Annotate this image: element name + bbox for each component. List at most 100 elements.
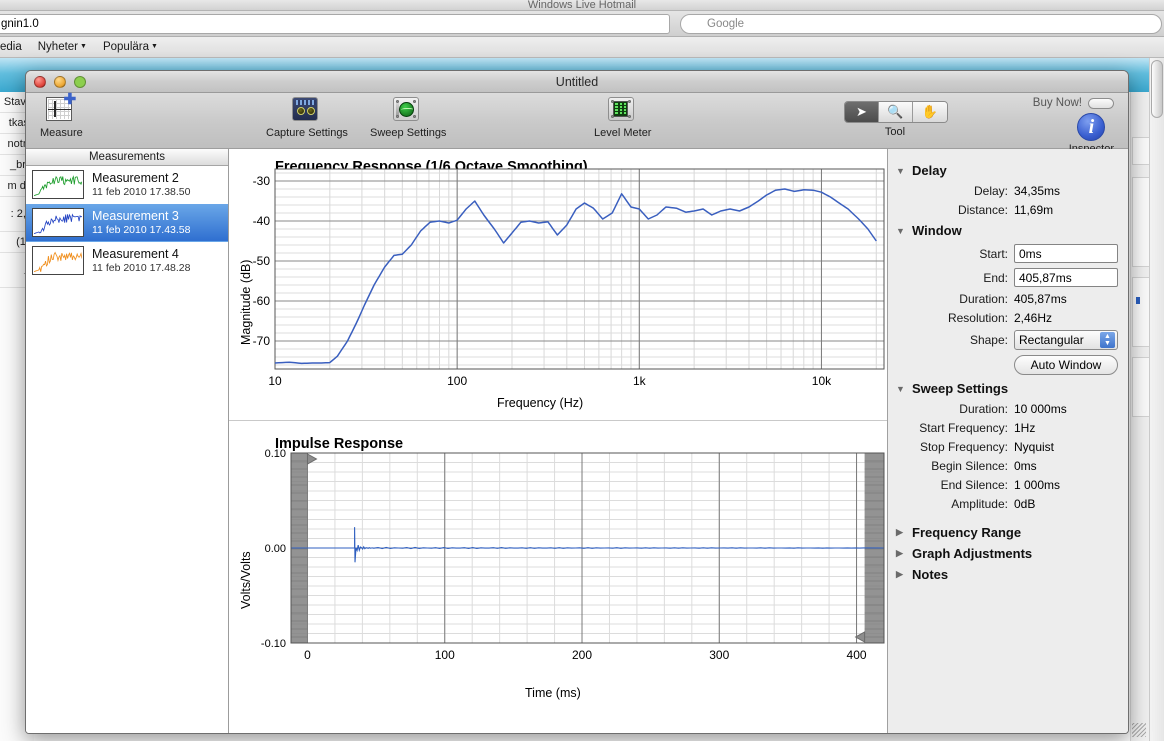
toolbar-label: Capture Settings [266,127,348,139]
list-item-measurement-3[interactable]: Measurement 3 11 feb 2010 17.43.58 [26,204,228,242]
buy-now-pill-icon [1088,97,1114,109]
inspector-row-distance: Distance: 11,69m [888,203,1118,217]
section-title: Window [912,223,962,238]
bookmark-item-2[interactable]: Populära ▼ [103,41,158,53]
impulse-response-chart[interactable]: 0 100 200 300 400 0.10 0.00 -0.10 [229,421,914,711]
bookmark-label: Nyheter [37,41,79,53]
desktop-background: Windows Live Hotmail gnin1.0 ↻ 🔍▾ Google… [0,0,1164,741]
frequency-response-chart[interactable]: -30 -40 -50 -60 -70 10 100 1k 10k [229,149,914,420]
fuzzmeasure-window: Untitled ✚ Measure Capture Settings Swee… [25,70,1129,734]
inspector-section-graph-adjustments[interactable]: ▶ Graph Adjustments [896,546,1118,561]
input-value: 0ms [1019,246,1042,261]
window-start-input[interactable]: 0ms [1014,244,1118,263]
inspector-row-amplitude: Amplitude: 0dB [888,497,1118,511]
svg-text:-50: -50 [253,254,271,268]
search-input[interactable]: Google [680,14,1162,34]
sidebar-header: Measurements [26,149,228,166]
inspector-section-notes[interactable]: ▶ Notes [896,567,1118,582]
list-item-measurement-4[interactable]: Measurement 4 11 feb 2010 17.48.28 [26,242,228,280]
inspector-row-duration: Duration: 405,87ms [888,292,1118,306]
measurement-thumbnail [32,170,84,199]
measurement-date: 11 feb 2010 17.38.50 [92,185,191,198]
zoom-button[interactable] [74,76,86,88]
inspector-row-window-end: End: 405,87ms [888,268,1118,287]
svg-text:-60: -60 [253,294,271,308]
measurement-name: Measurement 3 [92,209,179,224]
measurements-list: Measurement 2 11 feb 2010 17.38.50 Measu… [26,166,228,733]
toolbar-button-sweep-settings[interactable]: Sweep Settings [370,97,446,139]
svg-text:0.10: 0.10 [265,448,286,460]
window-shape-select[interactable]: Rectangular ▲ ▼ [1014,330,1118,350]
svg-text:100: 100 [447,374,467,388]
inspector-row-stop-frequency: Stop Frequency: Nyquist [888,440,1118,454]
select-value: Rectangular [1019,333,1084,347]
tool-group-label: Tool [884,126,906,138]
window-end-input[interactable]: 405,87ms [1014,268,1118,287]
chevron-down-icon: ▼ [151,43,158,50]
svg-text:100: 100 [435,648,455,662]
window-titlebar[interactable]: Untitled [26,71,1128,93]
buy-now-label: Buy Now! [1032,97,1082,109]
input-value: 405,87ms [1019,270,1072,285]
toolbar-button-measure[interactable]: ✚ Measure [40,92,83,139]
traffic-lights [34,76,86,88]
inspector-row-sweep-duration: Duration: 10 000ms [888,402,1118,416]
measurement-date: 11 feb 2010 17.43.58 [92,223,191,236]
close-button[interactable] [34,76,46,88]
svg-text:10k: 10k [812,374,832,388]
svg-text:300: 300 [709,648,729,662]
measurement-date: 11 feb 2010 17.48.28 [92,261,191,274]
svg-text:1k: 1k [633,374,647,388]
row-value: 405,87ms [1014,292,1067,306]
svg-text:-0.10: -0.10 [261,638,286,650]
inspector-section-frequency-range[interactable]: ▶ Frequency Range [896,525,1118,540]
section-title: Delay [912,163,947,178]
svg-text:10: 10 [268,374,282,388]
row-value: 0dB [1014,497,1036,511]
address-bar-value: gnin1.0 [1,18,39,30]
zoom-magnifier-icon[interactable]: 🔍 [879,102,913,122]
bookmark-label: edia [0,41,22,53]
hand-pan-icon[interactable]: ✋ [913,102,947,122]
svg-text:400: 400 [847,648,867,662]
inspector-row-shape: Shape: Rectangular ▲ ▼ [888,330,1118,350]
row-value: 34,35ms [1014,184,1061,198]
address-bar[interactable]: gnin1.0 [0,14,670,34]
toolbar-button-level-meter[interactable]: Level Meter [594,97,651,139]
measure-icon: ✚ [46,92,76,125]
inspector-row-start-frequency: Start Frequency: 1Hz [888,421,1118,435]
page-scrollbar[interactable] [1149,58,1164,741]
bookmarks-bar: edia Nyheter ▼ Populära ▼ [0,37,1164,58]
auto-window-button[interactable]: Auto Window [1014,355,1118,375]
list-item-measurement-2[interactable]: Measurement 2 11 feb 2010 17.38.50 [26,166,228,204]
inspector-row-resolution: Resolution: 2,46Hz [888,311,1118,325]
background-browser-toolbar: gnin1.0 ↻ 🔍▾ Google [0,11,1164,37]
measurement-thumbnail [32,246,84,275]
minimize-button[interactable] [54,76,66,88]
level-meter-icon [607,97,638,125]
row-value: Nyquist [1014,440,1055,454]
inspector-row-end-silence: End Silence: 1 000ms [888,478,1118,492]
row-value: 11,69m [1014,203,1054,217]
bookmark-item-0[interactable]: edia [0,41,22,53]
background-window-title: Windows Live Hotmail [0,0,1164,11]
bookmark-label: Populära [102,41,150,53]
section-title: Notes [912,567,949,582]
scrollbar-thumb[interactable] [1151,60,1163,118]
svg-text:0.00: 0.00 [265,543,286,555]
toolbar-button-capture-settings[interactable]: Capture Settings [266,97,348,139]
section-title: Frequency Range [912,525,1022,540]
inspector-row-window-start: Start: 0ms [888,244,1118,263]
inspector-section-delay[interactable]: ▼ Delay [896,163,1118,178]
row-value: 2,46Hz [1014,311,1053,325]
capture-settings-icon [291,97,322,125]
buy-now-control[interactable]: Buy Now! [1033,97,1114,109]
measurement-name: Measurement 4 [92,247,179,262]
svg-text:-30: -30 [253,174,271,188]
inspector-section-sweep-settings[interactable]: ▼ Sweep Settings [896,381,1118,396]
window-resize-grip[interactable] [1132,723,1146,737]
inspector-section-window[interactable]: ▼ Window [896,223,1118,238]
window-title: Untitled [555,74,599,89]
arrow-cursor-icon[interactable]: ➤ [845,102,879,122]
bookmark-item-1[interactable]: Nyheter ▼ [38,41,87,53]
